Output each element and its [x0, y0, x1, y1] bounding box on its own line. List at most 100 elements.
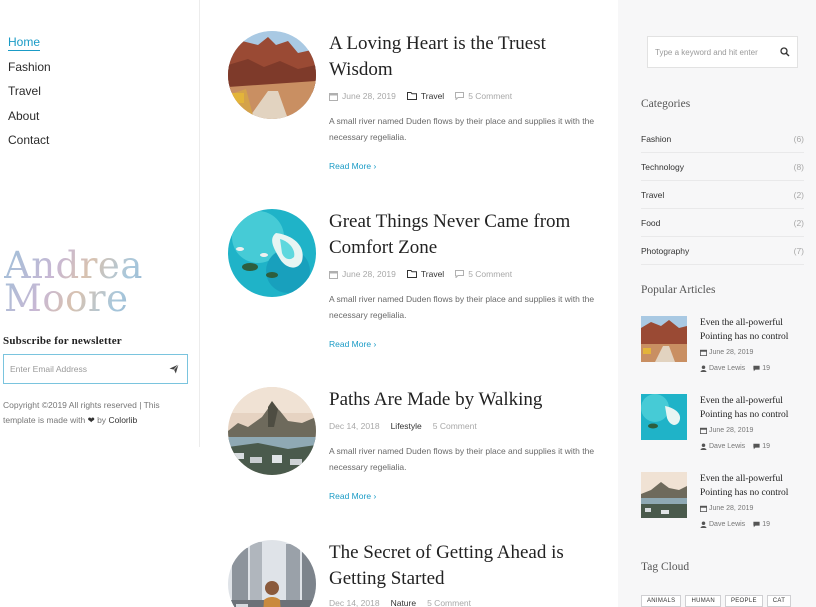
post-comments-text: 5 Comment: [468, 269, 513, 279]
post-comments[interactable]: 5 Comment: [433, 421, 477, 431]
post-comments-text: 5 Comment: [432, 421, 477, 431]
post-comments[interactable]: 5 Comment: [455, 269, 512, 279]
category-count: (8): [793, 161, 804, 172]
post-date-text: June 28, 2019: [342, 91, 396, 101]
tag-animals[interactable]: ANIMALS: [641, 595, 682, 607]
popular-comments: 19: [753, 365, 770, 372]
post-thumbnail-street[interactable]: [228, 540, 316, 607]
post-excerpt: A small river named Duden flows by their…: [329, 116, 595, 142]
popular-thumbnail-canyon[interactable]: [641, 316, 687, 362]
post-meta: Dec 14, 2018 Lifestyle 5 Comment: [329, 421, 488, 431]
post-thumbnail-bay[interactable]: [228, 387, 316, 475]
send-icon[interactable]: [161, 355, 187, 383]
newsletter-email-input[interactable]: [4, 355, 161, 383]
post-excerpt: A small river named Duden flows by their…: [329, 446, 595, 472]
post-title[interactable]: The Secret of Getting Ahead is Getting S…: [329, 540, 609, 592]
read-more-label: Read More: [329, 339, 372, 349]
calendar-icon: [700, 427, 707, 434]
post-date: Dec 14, 2018: [329, 421, 380, 431]
nav-item-about[interactable]: About: [8, 108, 51, 133]
tag-people[interactable]: PEOPLE: [724, 595, 763, 607]
category-count: (6): [793, 133, 804, 144]
blog-post: Paths Are Made by Walking Dec 14, 2018 L…: [228, 387, 618, 537]
right-sidebar: Categories Fashion (6) Technology (8) Trav…: [618, 0, 816, 607]
user-icon: [700, 443, 707, 450]
read-more-link[interactable]: Read More ›: [329, 491, 376, 501]
chevron-right-icon: ›: [373, 161, 377, 171]
post-comments[interactable]: 5 Comment: [455, 91, 512, 101]
post-category[interactable]: Travel: [406, 269, 444, 279]
post-date: June 28, 2019: [329, 91, 396, 101]
post-category[interactable]: Nature: [391, 598, 417, 607]
popular-article-date: June 28, 2019: [700, 349, 753, 356]
read-more-link[interactable]: Read More ›: [329, 339, 376, 349]
category-item-travel[interactable]: Travel (2): [641, 181, 804, 209]
popular-thumbnail-bay[interactable]: [641, 472, 687, 518]
newsletter-title: Subscribe for newsletter: [3, 335, 122, 347]
post-thumbnail-canyon[interactable]: [228, 31, 316, 119]
post-date: June 28, 2019: [329, 269, 396, 279]
copyright-text: Copyright ©2019 All rights reserved | Th…: [3, 398, 183, 428]
post-date-text: Dec 14, 2018: [329, 421, 380, 431]
post-category[interactable]: Lifestyle: [391, 421, 422, 431]
nav-item-travel[interactable]: Travel: [8, 83, 51, 108]
read-more-label: Read More: [329, 491, 372, 501]
category-name: Fashion: [641, 133, 672, 144]
nav-label: Contact: [8, 133, 50, 147]
read-more-link[interactable]: Read More ›: [329, 161, 376, 171]
tag-cloud: ANIMALS HUMAN PEOPLE CAT: [641, 595, 795, 607]
post-date: Dec 14, 2018: [329, 598, 380, 607]
post-title[interactable]: Great Things Never Came from Comfort Zon…: [329, 209, 609, 261]
category-item-technology[interactable]: Technology (8): [641, 153, 804, 181]
popular-date-text: June 28, 2019: [709, 349, 754, 356]
category-name: Technology: [641, 161, 685, 172]
category-count: (2): [793, 189, 804, 200]
post-comments[interactable]: 5 Comment: [427, 598, 471, 607]
popular-comments-count: 19: [762, 365, 770, 372]
search-icon[interactable]: [773, 47, 797, 57]
post-thumbnail-lagoon[interactable]: [228, 209, 316, 297]
popular-date-text: June 28, 2019: [709, 427, 754, 434]
popular-article-meta: Dave Lewis 19: [700, 365, 770, 372]
categories-title: Categories: [641, 98, 691, 110]
read-more-label: Read More: [329, 161, 372, 171]
category-item-food[interactable]: Food (2): [641, 209, 804, 237]
nav-label: Travel: [8, 84, 41, 98]
tag-cloud-title: Tag Cloud: [641, 561, 690, 573]
chevron-right-icon: ›: [373, 491, 377, 501]
left-sidebar: Home Fashion Travel About Contact Andrea…: [0, 0, 200, 447]
post-category[interactable]: Travel: [406, 91, 444, 101]
popular-article-title[interactable]: Even the all-powerful Pointing has no co…: [700, 472, 810, 500]
nav-label: Home: [8, 35, 41, 51]
post-date-text: June 28, 2019: [342, 269, 396, 279]
category-name: Food: [641, 217, 661, 228]
search-box: [647, 36, 798, 68]
popular-article-date: June 28, 2019: [700, 505, 753, 512]
popular-thumbnail-lagoon[interactable]: [641, 394, 687, 440]
categories-list: Fashion (6) Technology (8) Travel (2) Food (…: [641, 125, 804, 265]
blog-post: Great Things Never Came from Comfort Zon…: [228, 209, 618, 359]
category-item-fashion[interactable]: Fashion (6): [641, 125, 804, 153]
nav-label: Fashion: [8, 59, 51, 74]
post-title[interactable]: Paths Are Made by Walking: [329, 387, 609, 413]
popular-article-title[interactable]: Even the all-powerful Pointing has no co…: [700, 316, 810, 344]
popular-article-title[interactable]: Even the all-powerful Pointing has no co…: [700, 394, 810, 422]
comment-icon: [753, 443, 760, 450]
post-meta: June 28, 2019 Travel 5 Comment: [329, 269, 523, 279]
category-name: Travel: [641, 189, 665, 200]
nav-item-home[interactable]: Home: [8, 34, 51, 59]
search-input[interactable]: [648, 37, 773, 67]
main-nav: Home Fashion Travel About Contact: [8, 34, 51, 157]
post-comments-text: 5 Comment: [427, 598, 472, 607]
nav-item-fashion[interactable]: Fashion: [8, 59, 51, 84]
popular-comments-count: 19: [762, 443, 770, 450]
nav-item-contact[interactable]: Contact: [8, 132, 51, 157]
tag-cat[interactable]: CAT: [766, 595, 792, 607]
colorlib-link[interactable]: Colorlib: [108, 415, 137, 425]
popular-article-meta: Dave Lewis 19: [700, 521, 770, 528]
post-title[interactable]: A Loving Heart is the Truest Wisdom: [329, 31, 609, 83]
tag-human[interactable]: HUMAN: [685, 595, 721, 607]
site-logo[interactable]: Andrea Moore: [4, 249, 143, 315]
calendar-icon: [700, 349, 707, 356]
category-item-photography[interactable]: Photography (7): [641, 237, 804, 265]
